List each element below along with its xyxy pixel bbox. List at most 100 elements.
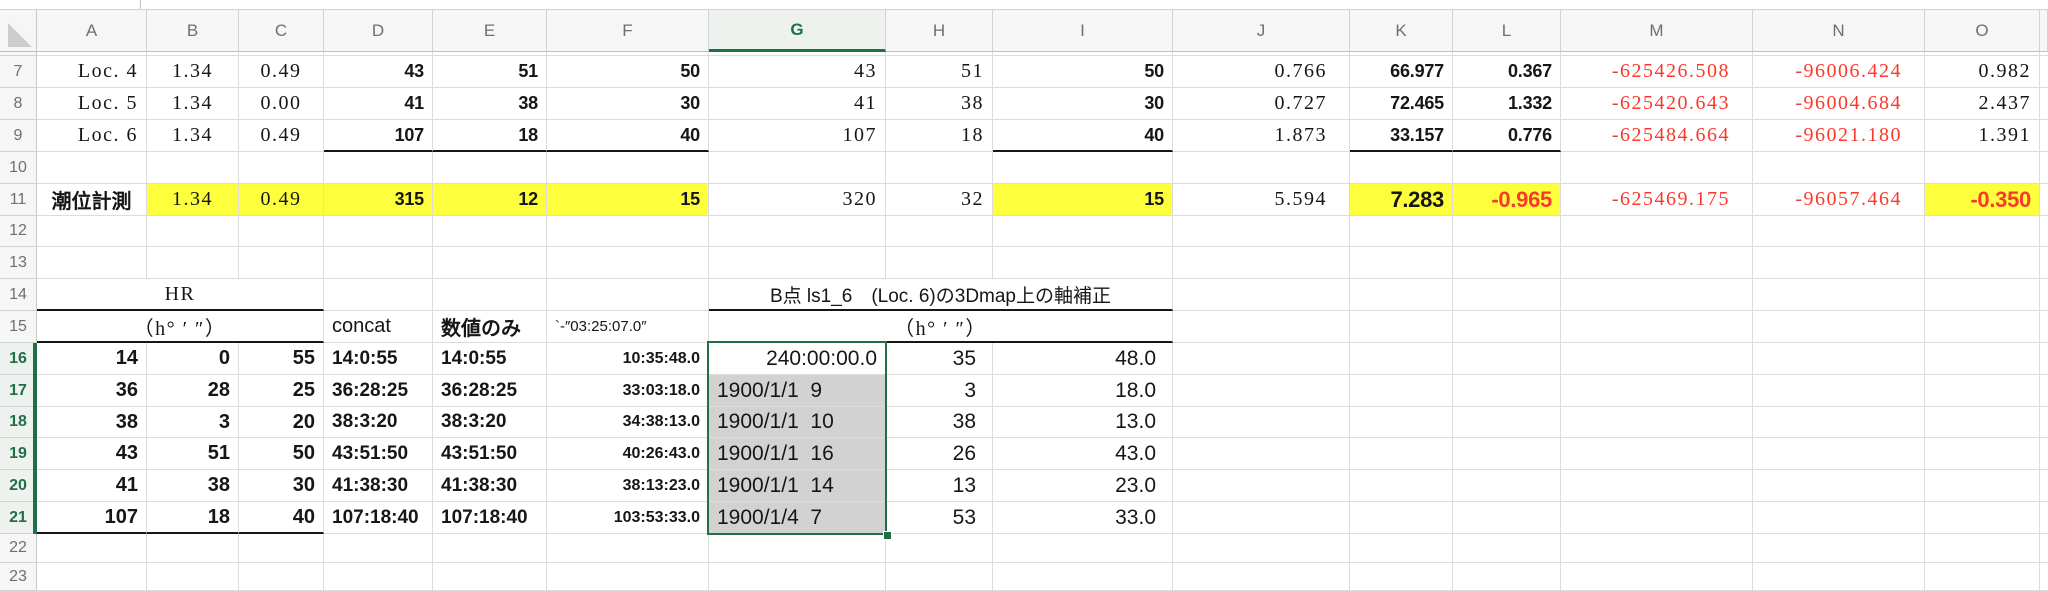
cell-J15[interactable]	[1173, 311, 1350, 343]
cell-A8[interactable]: Loc. 5	[37, 88, 147, 120]
cell-L15[interactable]	[1453, 311, 1561, 343]
cell-N23[interactable]	[1753, 563, 1925, 591]
cell-N10[interactable]	[1753, 152, 1925, 184]
cell-E10[interactable]	[433, 152, 547, 184]
cell-A12[interactable]	[37, 216, 147, 247]
cell-A17[interactable]: 36	[37, 375, 147, 407]
cell-G14[interactable]: B点 ls1_6 (Loc. 6)の3Dmap上の軸補正	[709, 279, 1173, 311]
cell-B10[interactable]	[147, 152, 239, 184]
cell-C22[interactable]	[239, 534, 324, 563]
cell-E15[interactable]: 数値のみ	[433, 311, 547, 343]
cell-A16[interactable]: 14	[37, 343, 147, 375]
cell-O15[interactable]	[1925, 311, 2040, 343]
column-header-E[interactable]: E	[433, 10, 547, 52]
cell-F13[interactable]	[547, 247, 709, 279]
cell-K18[interactable]	[1350, 407, 1453, 438]
cell-I21[interactable]: 33.0	[993, 502, 1173, 534]
cell-P15[interactable]	[2040, 311, 2048, 343]
cell-F14[interactable]	[547, 279, 709, 311]
cell-N7[interactable]: -96006.424	[1753, 56, 1925, 88]
cell-G11[interactable]: 320	[709, 184, 886, 216]
cell-C19[interactable]: 50	[239, 438, 324, 470]
cell-J21[interactable]	[1173, 502, 1350, 534]
cell-C12[interactable]	[239, 216, 324, 247]
cell-M16[interactable]	[1561, 343, 1753, 375]
cell-H17[interactable]: 3	[886, 375, 993, 407]
cell-L20[interactable]	[1453, 470, 1561, 502]
cell-N13[interactable]	[1753, 247, 1925, 279]
cell-F19[interactable]: 40:26:43.0	[547, 438, 709, 470]
cell-H13[interactable]	[886, 247, 993, 279]
cell-C13[interactable]	[239, 247, 324, 279]
cell-J20[interactable]	[1173, 470, 1350, 502]
cell-B12[interactable]	[147, 216, 239, 247]
select-all-corner[interactable]	[0, 10, 37, 52]
cell-C16[interactable]: 55	[239, 343, 324, 375]
row-header-19[interactable]: 19	[0, 438, 37, 470]
cell-J22[interactable]	[1173, 534, 1350, 563]
cell-F17[interactable]: 33:03:18.0	[547, 375, 709, 407]
cell-O18[interactable]	[1925, 407, 2040, 438]
row-header-22[interactable]: 22	[0, 534, 37, 563]
cell-K19[interactable]	[1350, 438, 1453, 470]
cell-G10[interactable]	[709, 152, 886, 184]
cell-D19[interactable]: 43:51:50	[324, 438, 433, 470]
cell-D15[interactable]: concat	[324, 311, 433, 343]
cell-N16[interactable]	[1753, 343, 1925, 375]
cell-K12[interactable]	[1350, 216, 1453, 247]
cell-I10[interactable]	[993, 152, 1173, 184]
column-header-D[interactable]: D	[324, 10, 433, 52]
cell-E16[interactable]: 14:0:55	[433, 343, 547, 375]
cell-H12[interactable]	[886, 216, 993, 247]
column-header-F[interactable]: F	[547, 10, 709, 52]
cell-M19[interactable]	[1561, 438, 1753, 470]
cell-A13[interactable]	[37, 247, 147, 279]
cell-J18[interactable]	[1173, 407, 1350, 438]
row-header-10[interactable]: 10	[0, 152, 37, 184]
cell-D12[interactable]	[324, 216, 433, 247]
cell-P12[interactable]	[2040, 216, 2048, 247]
cell-J19[interactable]	[1173, 438, 1350, 470]
column-header-K[interactable]: K	[1350, 10, 1453, 52]
cell-A23[interactable]	[37, 563, 147, 591]
cell-H19[interactable]: 26	[886, 438, 993, 470]
cell-P22[interactable]	[2040, 534, 2048, 563]
cell-J10[interactable]	[1173, 152, 1350, 184]
cell-D16[interactable]: 14:0:55	[324, 343, 433, 375]
column-header-I[interactable]: I	[993, 10, 1173, 52]
cell-I23[interactable]	[993, 563, 1173, 591]
cell-C20[interactable]: 30	[239, 470, 324, 502]
cell-P18[interactable]	[2040, 407, 2048, 438]
cell-M15[interactable]	[1561, 311, 1753, 343]
cell-E19[interactable]: 43:51:50	[433, 438, 547, 470]
row-header-14[interactable]: 14	[0, 279, 37, 311]
cell-K21[interactable]	[1350, 502, 1453, 534]
cell-N8[interactable]: -96004.684	[1753, 88, 1925, 120]
cell-E17[interactable]: 36:28:25	[433, 375, 547, 407]
cell-B11[interactable]: 1.34	[147, 184, 239, 216]
cell-F21[interactable]: 103:53:33.0	[547, 502, 709, 534]
cell-E18[interactable]: 38:3:20	[433, 407, 547, 438]
row-header-21[interactable]: 21	[0, 502, 37, 534]
cell-F8[interactable]: 30	[547, 88, 709, 120]
cell-M12[interactable]	[1561, 216, 1753, 247]
cell-M21[interactable]	[1561, 502, 1753, 534]
cell-G16[interactable]: 240:00:00.0	[709, 343, 886, 375]
cell-J14[interactable]	[1173, 279, 1350, 311]
cell-M22[interactable]	[1561, 534, 1753, 563]
cell-M17[interactable]	[1561, 375, 1753, 407]
cell-O11[interactable]: -0.350	[1925, 184, 2040, 216]
cell-O19[interactable]	[1925, 438, 2040, 470]
row-header-9[interactable]: 9	[0, 120, 37, 152]
cell-K16[interactable]	[1350, 343, 1453, 375]
cell-C7[interactable]: 0.49	[239, 56, 324, 88]
cell-I12[interactable]	[993, 216, 1173, 247]
cell-P7[interactable]	[2040, 56, 2048, 88]
cell-J13[interactable]	[1173, 247, 1350, 279]
cell-B18[interactable]: 3	[147, 407, 239, 438]
cell-I11[interactable]: 15	[993, 184, 1173, 216]
row-header-23[interactable]: 23	[0, 563, 37, 591]
cell-L11[interactable]: -0.965	[1453, 184, 1561, 216]
cell-B19[interactable]: 51	[147, 438, 239, 470]
cell-C21[interactable]: 40	[239, 502, 324, 534]
